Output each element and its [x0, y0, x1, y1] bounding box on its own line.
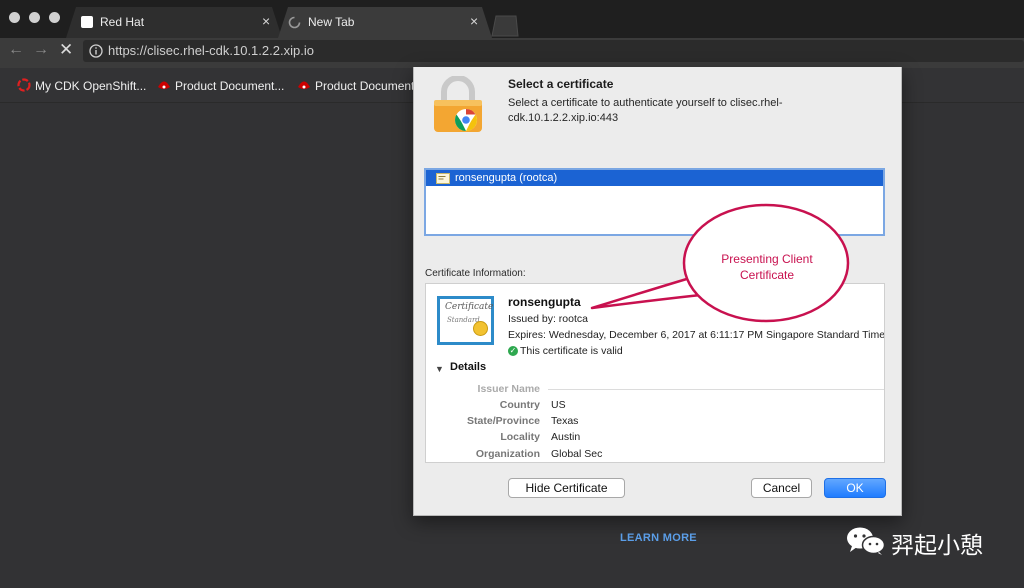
- valid-check-icon: ✓: [508, 346, 518, 356]
- tab-background: [66, 7, 282, 38]
- openshift-icon: [17, 78, 31, 92]
- new-tab-button[interactable]: [490, 14, 520, 38]
- bookmark-product-document-2[interactable]: Product Document: [315, 79, 414, 93]
- window-close-light[interactable]: [9, 12, 20, 23]
- tab-title: New Tab: [308, 15, 355, 29]
- ok-button[interactable]: OK: [824, 478, 886, 498]
- callout-line: Certificate: [739, 268, 795, 282]
- tab-new-tab[interactable]: New Tab ×: [278, 7, 492, 38]
- details-row-key: Locality: [500, 431, 540, 443]
- certificate-expires: Expires: Wednesday, December 6, 2017 at …: [508, 329, 884, 341]
- lock-chrome-icon: [434, 76, 482, 132]
- certificate-image-icon: Certificate Standard: [437, 296, 494, 345]
- details-label[interactable]: Details: [450, 361, 486, 373]
- cancel-button[interactable]: Cancel: [751, 478, 812, 498]
- back-arrow-icon[interactable]: ←: [8, 41, 24, 59]
- red-hat-shadowman-icon: [158, 81, 170, 89]
- certificate-issued-by: Issued by: rootca: [508, 313, 588, 325]
- certificate-small-icon: [436, 173, 450, 184]
- watermark-text: 羿起小憩: [891, 532, 983, 558]
- window-zoom-light[interactable]: [49, 12, 60, 23]
- details-disclosure-triangle-icon[interactable]: ▼: [435, 364, 444, 374]
- red-hat-favicon-icon: [81, 16, 93, 28]
- bookmark-my-cdk-openshift[interactable]: My CDK OpenShift...: [35, 79, 146, 93]
- certificate-list-item-label[interactable]: ronsengupta (rootca): [455, 172, 557, 184]
- certificate-subject-name: ronsengupta: [508, 295, 581, 309]
- url-text[interactable]: https://clisec.rhel-cdk.10.1.2.2.xip.io: [108, 43, 314, 58]
- window-minimize-light[interactable]: [29, 12, 40, 23]
- hide-certificate-button[interactable]: Hide Certificate: [508, 478, 625, 498]
- certificate-seal-icon: [473, 321, 488, 336]
- details-row-key: State/Province: [467, 415, 540, 427]
- tab-close-icon[interactable]: ×: [470, 13, 478, 29]
- details-row-key: Organization: [475, 448, 540, 460]
- stop-loading-icon[interactable]: ✕: [59, 40, 73, 60]
- callout-line: Presenting Client: [721, 252, 813, 266]
- details-row-key: Country: [499, 399, 540, 411]
- forward-arrow-icon[interactable]: →: [33, 41, 49, 59]
- details-row-value: Austin: [551, 431, 581, 443]
- details-divider: [548, 389, 884, 390]
- details-row-value: Texas: [551, 415, 579, 427]
- red-hat-shadowman-icon: [298, 81, 310, 89]
- info-icon[interactable]: [89, 44, 103, 58]
- wechat-logo-icon: [847, 527, 886, 555]
- details-row-value: US: [551, 399, 566, 411]
- tab-red-hat[interactable]: Red Hat ×: [66, 7, 282, 38]
- learn-more-link[interactable]: LEARN MORE: [620, 532, 697, 544]
- loading-spinner-icon: [288, 16, 301, 29]
- bookmark-product-document-1[interactable]: Product Document...: [175, 79, 284, 93]
- details-issuer-name-heading: Issuer Name: [477, 383, 540, 395]
- tab-close-icon[interactable]: ×: [262, 13, 270, 29]
- details-row-value: Global Sec: [551, 448, 603, 460]
- dialog-description: Select a certificate to authenticate you…: [508, 97, 783, 124]
- certificate-image-line1: Certificate: [445, 302, 494, 312]
- tab-title: Red Hat: [100, 15, 145, 29]
- callout-text: Presenting Client Certificate: [697, 251, 837, 283]
- certificate-information-label: Certificate Information:: [425, 268, 526, 279]
- certificate-valid-status: This certificate is valid: [520, 345, 623, 357]
- dialog-title: Select a certificate: [508, 77, 614, 91]
